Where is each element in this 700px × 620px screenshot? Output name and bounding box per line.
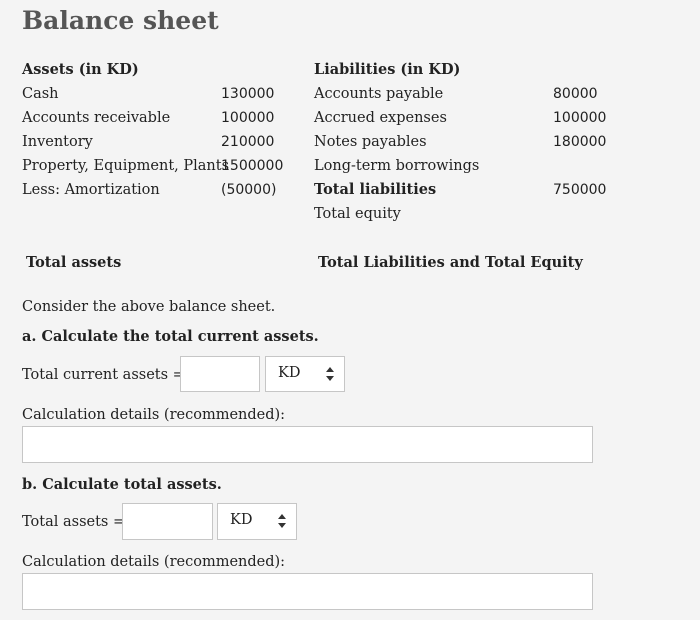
asset-value-amortization: (50000) [221, 182, 277, 198]
part-b-details-label: Calculation details (recommended): [22, 554, 286, 570]
unit-select-a-value: KD [278, 365, 301, 381]
part-b-calculation-details-input[interactable] [22, 573, 593, 610]
part-a-calculation-details-input[interactable] [22, 426, 593, 463]
unit-select-b-value: KD [230, 512, 253, 528]
total-liabilities-equity-label: Total Liabilities and Total Equity [318, 254, 583, 271]
liability-label-accrued: Accrued expenses [314, 110, 447, 126]
liability-value-notes: 180000 [553, 134, 607, 150]
part-a-details-label: Calculation details (recommended): [22, 407, 286, 423]
liability-label-notes: Notes payables [314, 134, 427, 150]
asset-value-cash: 130000 [221, 86, 275, 102]
total-assets-label: Total assets [26, 254, 122, 271]
unit-select-b[interactable]: KD [217, 503, 297, 540]
asset-value-receivable: 100000 [221, 110, 275, 126]
liability-value-payable: 80000 [553, 86, 598, 102]
liability-value-accrued: 100000 [553, 110, 607, 126]
liability-label-longterm: Long-term borrowings [314, 158, 480, 174]
asset-label-amortization: Less: Amortization [22, 182, 160, 198]
liabilities-header: Liabilities (in KD) [314, 61, 461, 78]
liability-value-total: 750000 [553, 182, 607, 198]
asset-label-receivable: Accounts receivable [22, 110, 171, 126]
updown-arrows-icon [278, 514, 286, 528]
assets-header: Assets (in KD) [22, 61, 139, 78]
asset-label-cash: Cash [22, 86, 59, 102]
part-a-prompt: a. Calculate the total current assets. [22, 328, 319, 345]
question-intro: Consider the above balance sheet. [22, 299, 276, 315]
asset-value-inventory: 210000 [221, 134, 275, 150]
total-current-assets-input[interactable] [180, 356, 260, 392]
updown-arrows-icon [326, 367, 334, 381]
balance-sheet-page: Balance sheet Assets (in KD) Cash 130000… [0, 0, 700, 620]
asset-value-ppe: 1500000 [221, 158, 284, 174]
liability-label-payable: Accounts payable [314, 86, 444, 102]
equity-label-total: Total equity [314, 206, 401, 222]
part-a-input-label: Total current assets = [22, 367, 185, 383]
part-b-prompt: b. Calculate total assets. [22, 476, 222, 493]
unit-select-a[interactable]: KD [265, 356, 345, 392]
part-b-input-label: Total assets = [22, 514, 126, 530]
page-title: Balance sheet [22, 6, 219, 35]
asset-label-inventory: Inventory [22, 134, 93, 150]
total-assets-input[interactable] [122, 503, 213, 540]
asset-label-ppe: Property, Equipment, Plants [22, 158, 230, 174]
liability-label-total: Total liabilities [314, 181, 437, 198]
